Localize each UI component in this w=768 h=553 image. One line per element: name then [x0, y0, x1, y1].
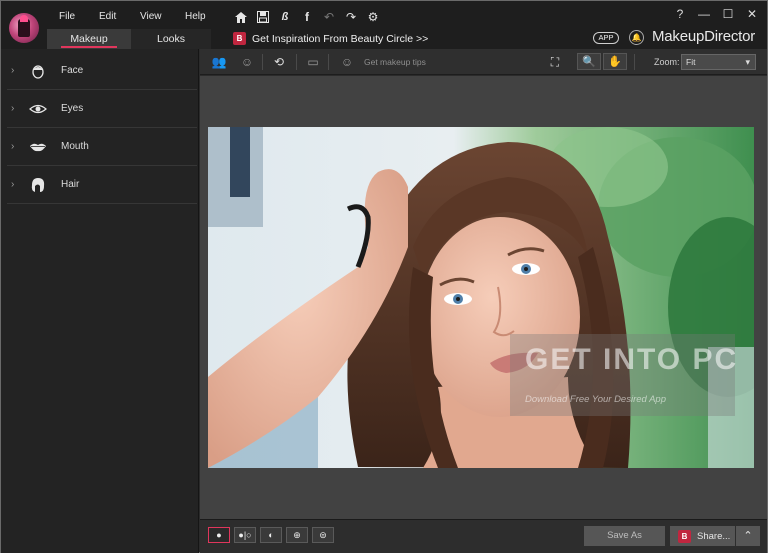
category-label: Mouth	[61, 141, 89, 152]
split-view-button[interactable]: ◐	[260, 527, 282, 543]
history-icon[interactable]: ⟲	[270, 54, 288, 70]
editor-toolbar: 👥 ☺ ⟲ ▭ ☺ Get makeup tips ⛶ 🔍 ✋ Zoom: Fi…	[200, 49, 767, 75]
zoom-value: Fit	[686, 57, 696, 67]
save-as-button[interactable]: Save As	[584, 526, 665, 546]
toolbar-divider	[328, 54, 329, 70]
bottom-toolbar: ● ●|○ ◐ ⊕ ⊜ Save As B Share... ⌃	[200, 519, 767, 553]
notification-icon[interactable]: 🔔	[629, 30, 644, 45]
toolbar-divider	[296, 54, 297, 70]
chevron-right-icon: ›	[11, 179, 15, 190]
minimize-button[interactable]: —	[697, 7, 711, 21]
face-detect-icon[interactable]: ☺	[238, 54, 256, 70]
save-icon[interactable]	[255, 9, 271, 25]
compare-view-button[interactable]: ⊕	[286, 527, 308, 543]
compare-view-icon[interactable]: ▭	[304, 54, 322, 70]
zoom-label: Zoom:	[654, 57, 680, 67]
beauty-circle-logo-icon: B	[678, 529, 691, 543]
app-badge-button[interactable]: APP	[593, 32, 619, 44]
makeup-tips-icon[interactable]: ☺	[338, 54, 356, 70]
eye-icon	[29, 101, 47, 117]
menu-file[interactable]: File	[59, 11, 75, 22]
toolbar-divider	[262, 54, 263, 70]
maximize-button[interactable]: ☐	[721, 7, 735, 21]
beauty-circle-logo-icon: B	[233, 32, 246, 45]
compare-faces-icon[interactable]: 👥	[210, 54, 228, 70]
category-panel: › Face › Eyes › Mouth › Hair	[1, 49, 199, 553]
app-window: File Edit View Help ß f ↶ ↷ ⚙ ? — ☐ ✕ Ma…	[0, 0, 768, 553]
category-eyes[interactable]: › Eyes	[7, 90, 197, 128]
settings-icon[interactable]: ⚙	[365, 9, 381, 25]
tab-makeup[interactable]: Makeup	[47, 29, 131, 49]
before-after-button[interactable]: ●|○	[234, 527, 256, 543]
title-bar: File Edit View Help ß f ↶ ↷ ⚙ ? — ☐ ✕ Ma…	[1, 1, 767, 49]
pan-hand-icon[interactable]: ✋	[603, 53, 627, 70]
window-controls: ? — ☐ ✕	[673, 7, 759, 21]
category-mouth[interactable]: › Mouth	[7, 128, 197, 166]
toolbar-divider	[634, 54, 635, 70]
zoom-tool-icon[interactable]: 🔍	[577, 53, 601, 70]
chevron-right-icon: ›	[11, 103, 15, 114]
chevron-down-icon: ▾	[745, 57, 750, 67]
single-view-button[interactable]: ●	[208, 527, 230, 543]
close-button[interactable]: ✕	[745, 7, 759, 21]
category-face[interactable]: › Face	[7, 52, 197, 90]
beauty-circle-icon[interactable]: ß	[277, 9, 293, 25]
menu-edit[interactable]: Edit	[99, 11, 116, 22]
tab-looks[interactable]: Looks	[131, 29, 211, 49]
category-label: Eyes	[61, 103, 84, 114]
menu-help[interactable]: Help	[185, 11, 206, 22]
brand-title: MakeupDirector	[652, 28, 756, 45]
photo-canvas[interactable]: GET INTO PC Download Free Your Desired A…	[200, 76, 767, 519]
category-hair[interactable]: › Hair	[7, 166, 197, 204]
facebook-icon[interactable]: f	[299, 9, 315, 25]
beauty-circle-link[interactable]: B Get Inspiration From Beauty Circle >>	[233, 32, 428, 45]
watermark-subtitle: Download Free Your Desired App	[525, 394, 666, 405]
undo-icon[interactable]: ↶	[321, 9, 337, 25]
category-label: Hair	[61, 179, 80, 190]
lips-icon	[29, 139, 47, 155]
app-logo	[9, 13, 39, 43]
portrait-photo[interactable]	[208, 127, 754, 468]
chevron-right-icon: ›	[11, 65, 15, 76]
category-label: Face	[61, 65, 84, 76]
face-icon	[29, 63, 47, 79]
zoom-select[interactable]: Fit ▾	[681, 54, 756, 70]
redo-icon[interactable]: ↷	[343, 9, 359, 25]
makeup-tips-link[interactable]: Get makeup tips	[364, 57, 426, 67]
hair-icon	[29, 177, 47, 193]
help-window-button[interactable]: ?	[673, 7, 687, 21]
home-icon[interactable]	[233, 9, 249, 25]
chevron-up-icon[interactable]: ⌃	[736, 526, 760, 546]
beauty-circle-label: Get Inspiration From Beauty Circle >>	[252, 32, 429, 45]
quick-toolbar: ß f ↶ ↷ ⚙	[233, 9, 381, 25]
mode-tabs: Makeup Looks	[47, 29, 211, 49]
chevron-right-icon: ›	[11, 141, 15, 152]
fullscreen-icon[interactable]: ⛶	[546, 54, 564, 70]
watermark-title: GET INTO PC	[525, 343, 739, 376]
share-label: Share...	[697, 530, 731, 542]
menu-view[interactable]: View	[140, 11, 162, 22]
overlay-view-button[interactable]: ⊜	[312, 527, 334, 543]
share-button[interactable]: B Share...	[670, 526, 735, 546]
